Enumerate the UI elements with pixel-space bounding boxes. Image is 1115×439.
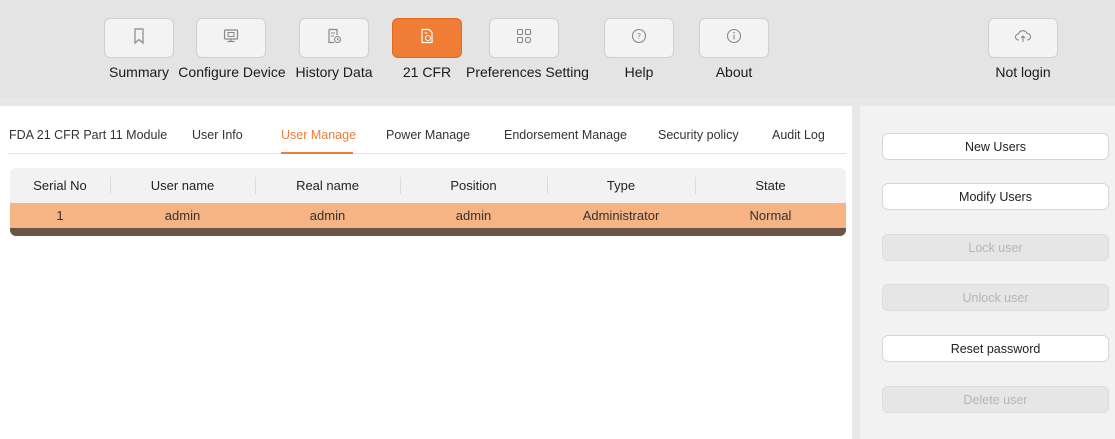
actions-panel: New Users Modify Users Lock user Unlock … bbox=[860, 106, 1115, 439]
cell-type: Administrator bbox=[582, 208, 660, 223]
summary-label: Summary bbox=[109, 64, 169, 80]
top-toolbar: Summary Configure Device History Data 21… bbox=[0, 0, 1115, 98]
column-header[interactable]: Serial No bbox=[10, 168, 110, 203]
help-button[interactable]: ? bbox=[604, 18, 674, 58]
configure-device-label: Configure Device bbox=[178, 64, 286, 80]
horizontal-scrollbar[interactable] bbox=[10, 228, 846, 236]
tab-divider bbox=[8, 153, 846, 154]
modify-users-button[interactable]: Modify Users bbox=[882, 183, 1109, 210]
active-tab-indicator bbox=[281, 152, 353, 154]
table-header: Serial No User name Real name Position T… bbox=[10, 168, 846, 203]
tab-user-manage[interactable]: User Manage bbox=[281, 128, 356, 142]
cell-serial-no: 1 bbox=[56, 208, 64, 223]
help-icon: ? bbox=[630, 27, 648, 50]
column-header[interactable]: Position bbox=[400, 168, 547, 203]
tab-security-policy[interactable]: Security policy bbox=[658, 128, 739, 142]
unlock-user-button[interactable]: Unlock user bbox=[882, 284, 1109, 311]
about-button[interactable] bbox=[699, 18, 769, 58]
column-header[interactable]: State bbox=[695, 168, 846, 203]
reset-password-button[interactable]: Reset password bbox=[882, 335, 1109, 362]
cloud-upload-icon bbox=[1014, 27, 1032, 50]
history-data-label: History Data bbox=[295, 64, 373, 80]
info-icon bbox=[725, 27, 743, 50]
users-table: Serial No User name Real name Position T… bbox=[10, 168, 846, 236]
cfr-button[interactable] bbox=[392, 18, 462, 58]
history-icon bbox=[325, 27, 343, 50]
cell-user-name: admin bbox=[164, 208, 201, 223]
login-button[interactable] bbox=[988, 18, 1058, 58]
cfr-icon bbox=[418, 27, 436, 50]
cell-real-name: admin bbox=[309, 208, 346, 223]
tab-power-manage[interactable]: Power Manage bbox=[386, 128, 470, 142]
column-header[interactable]: Real name bbox=[255, 168, 400, 203]
history-data-button[interactable] bbox=[299, 18, 369, 58]
preferences-setting-button[interactable] bbox=[489, 18, 559, 58]
summary-button[interactable] bbox=[104, 18, 174, 58]
preferences-setting-label: Preferences Setting bbox=[466, 64, 589, 80]
cfr-label: 21 CFR bbox=[402, 64, 452, 80]
column-header[interactable]: User name bbox=[110, 168, 255, 203]
lock-user-button[interactable]: Lock user bbox=[882, 234, 1109, 261]
main-panel: FDA 21 CFR Part 11 Module User Info User… bbox=[0, 106, 852, 439]
cell-state: Normal bbox=[749, 208, 792, 223]
table-row[interactable]: 1 admin admin admin Administrator Normal bbox=[10, 203, 846, 228]
new-users-button[interactable]: New Users bbox=[882, 133, 1109, 160]
tab-fda-module[interactable]: FDA 21 CFR Part 11 Module bbox=[9, 128, 167, 142]
help-label: Help bbox=[624, 64, 654, 80]
tab-user-info[interactable]: User Info bbox=[192, 128, 243, 142]
tab-bar: FDA 21 CFR Part 11 Module User Info User… bbox=[0, 106, 852, 154]
configure-device-button[interactable] bbox=[196, 18, 266, 58]
device-icon bbox=[222, 27, 240, 50]
column-header[interactable]: Type bbox=[547, 168, 695, 203]
grid-icon bbox=[515, 27, 533, 50]
tab-audit-log[interactable]: Audit Log bbox=[772, 128, 825, 142]
svg-text:?: ? bbox=[637, 32, 641, 41]
bookmark-icon bbox=[130, 27, 148, 50]
about-label: About bbox=[715, 64, 753, 80]
delete-user-button[interactable]: Delete user bbox=[882, 386, 1109, 413]
cell-position: admin bbox=[455, 208, 492, 223]
login-label: Not login bbox=[995, 64, 1051, 80]
tab-endorsement-manage[interactable]: Endorsement Manage bbox=[504, 128, 627, 142]
